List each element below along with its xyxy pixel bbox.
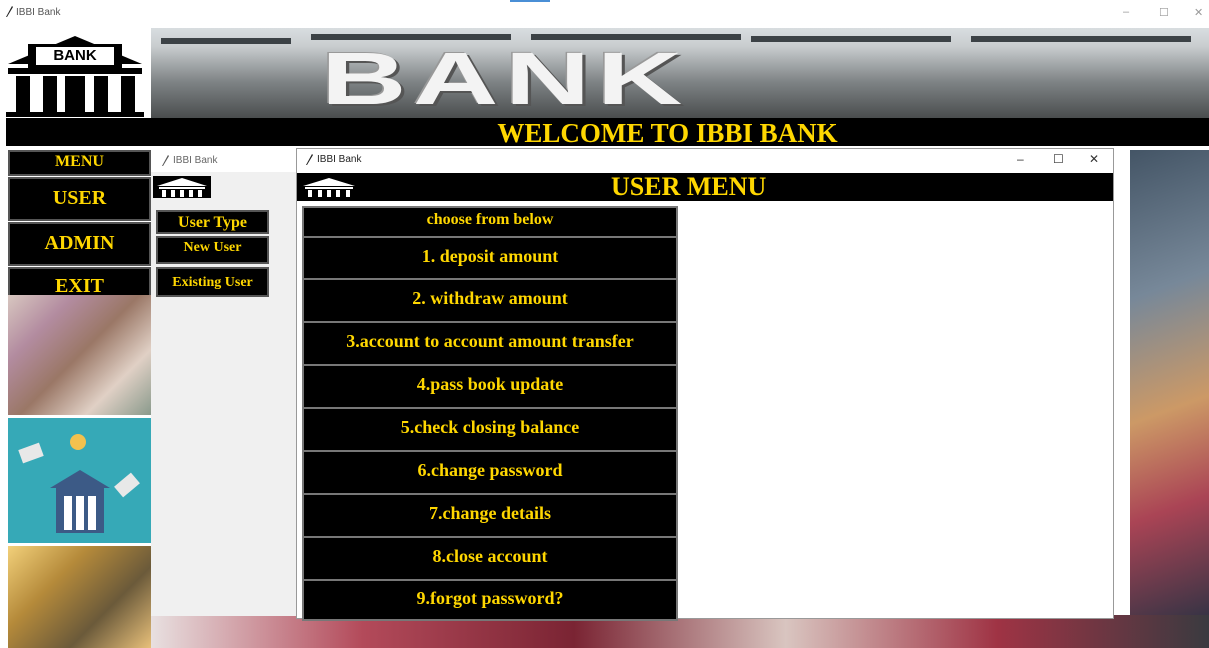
- maximize-button[interactable]: ☐: [1159, 6, 1169, 19]
- forgot-password-button[interactable]: 9.forgot password?: [302, 579, 678, 621]
- withdraw-amount-button[interactable]: 2. withdraw amount: [302, 278, 678, 323]
- minimize-button[interactable]: –: [1123, 6, 1129, 18]
- close-button[interactable]: ✕: [1194, 6, 1203, 19]
- main-title-bar: IBBI Bank – ☐ ✕: [0, 0, 1209, 28]
- existing-user-button[interactable]: Existing User: [156, 267, 269, 297]
- user-menu-header-bar: USER MENU: [297, 173, 1113, 201]
- user-menu-window: IBBI Bank – ☐ ✕ USER MENU choose from be…: [296, 148, 1114, 621]
- menu-header: MENU: [8, 150, 151, 176]
- main-menu: MENU USER ADMIN EXIT: [8, 150, 151, 309]
- user-type-header: User Type: [156, 210, 269, 234]
- user-menu-title-bar: IBBI Bank – ☐ ✕: [297, 149, 1113, 171]
- passbook-update-button[interactable]: 4.pass book update: [302, 364, 678, 409]
- new-user-button[interactable]: New User: [156, 236, 269, 264]
- check-balance-button[interactable]: 5.check closing balance: [302, 407, 678, 452]
- user-button[interactable]: USER: [8, 177, 151, 221]
- deposit-amount-button[interactable]: 1. deposit amount: [302, 236, 678, 280]
- bank-logo: BANK: [0, 28, 151, 118]
- user-menu-heading: USER MENU: [611, 172, 767, 201]
- bank-building-icon: [157, 178, 207, 197]
- close-button[interactable]: ✕: [1089, 152, 1099, 166]
- small-bank-logo: [153, 176, 211, 198]
- bank-illustration: [8, 418, 151, 543]
- user-type-window-title: IBBI Bank: [173, 155, 218, 166]
- close-account-button[interactable]: 8.close account: [302, 536, 678, 581]
- choose-from-below-label: choose from below: [302, 206, 678, 238]
- coins-jar-photo: [8, 546, 151, 648]
- welcome-banner: WELCOME TO IBBI BANK: [6, 118, 1209, 148]
- feather-icon: [6, 6, 13, 17]
- logo-text: BANK: [53, 47, 97, 64]
- money-photo: [8, 295, 151, 415]
- account-transfer-button[interactable]: 3.account to account amount transfer: [302, 321, 678, 366]
- user-menu-window-title: IBBI Bank: [317, 154, 362, 165]
- change-details-button[interactable]: 7.change details: [302, 493, 678, 538]
- bank-building-icon: [6, 36, 144, 117]
- banner-word: BANK: [321, 37, 689, 118]
- admin-button[interactable]: ADMIN: [8, 222, 151, 266]
- change-password-button[interactable]: 6.change password: [302, 450, 678, 495]
- user-type-title-bar: IBBI Bank: [151, 150, 296, 172]
- user-type-window: IBBI Bank User Type New User Existing Us…: [151, 150, 296, 616]
- banner-image: BANK: [151, 28, 1209, 118]
- feather-icon: [162, 155, 169, 166]
- main-window-title: IBBI Bank: [16, 7, 61, 18]
- maximize-button[interactable]: ☐: [1053, 152, 1064, 166]
- taskbar-accent: [510, 0, 550, 2]
- minimize-button[interactable]: –: [1017, 152, 1024, 166]
- bank-building-icon: [303, 178, 355, 197]
- right-background-image: [1130, 150, 1209, 620]
- feather-icon: [306, 154, 313, 165]
- bank-illustration-icon: [18, 434, 140, 533]
